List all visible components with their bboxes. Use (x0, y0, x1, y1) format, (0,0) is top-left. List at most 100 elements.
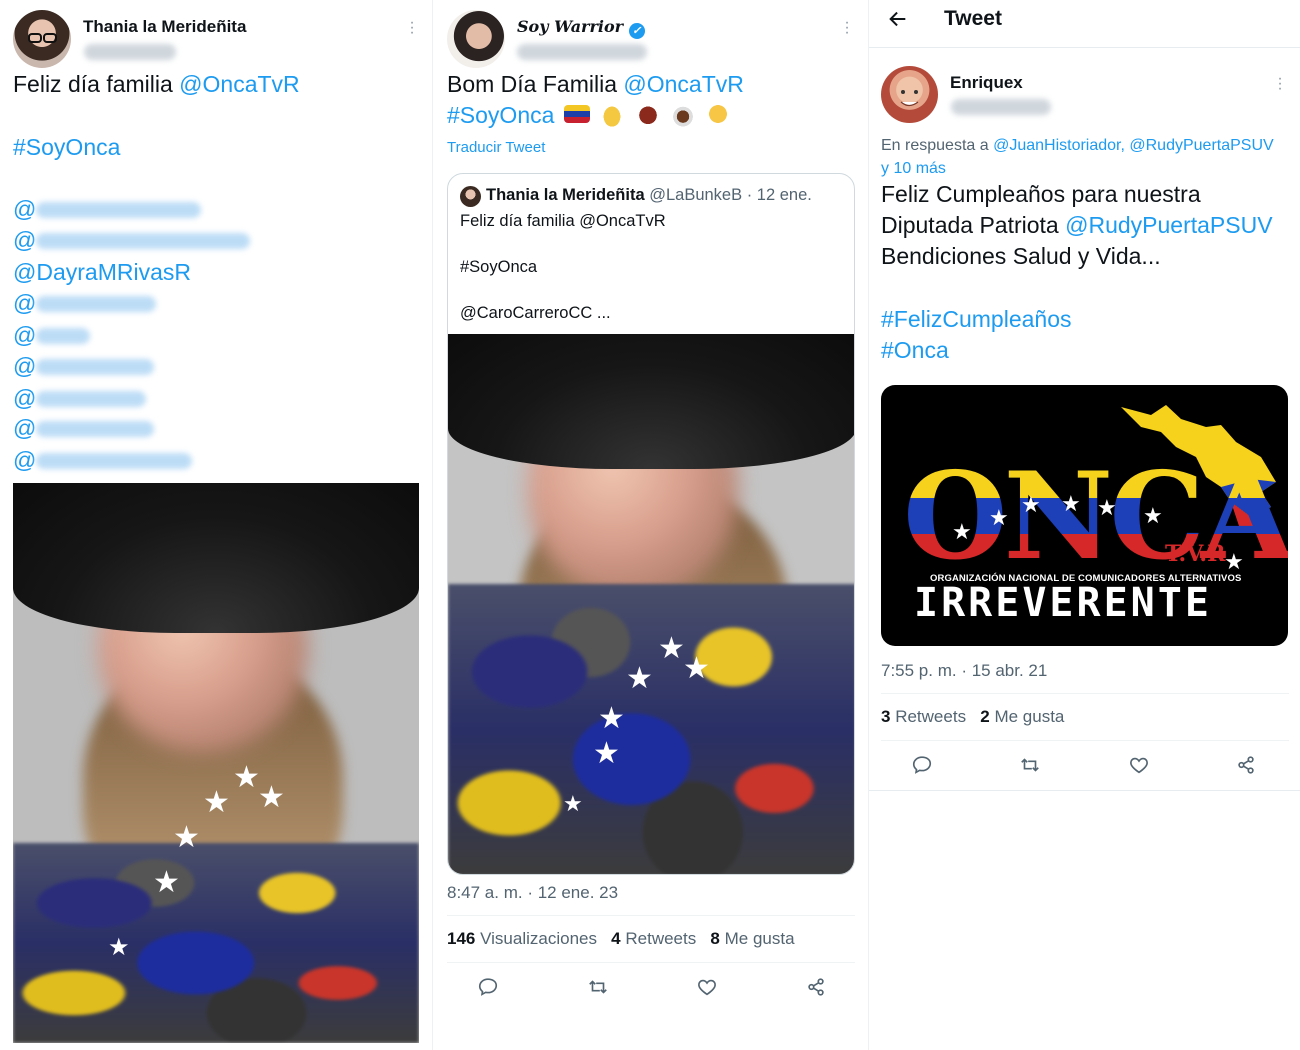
tweet-video[interactable]: ★ ★ ★ ★ ★ ★ ★ (13, 483, 419, 1043)
mention-blurred-2[interactable]: @ (13, 225, 36, 256)
share-icon[interactable] (1235, 754, 1257, 776)
page-title: Tweet (944, 7, 1002, 30)
tweet-line-3: Bendiciones Salud y Vida... (881, 243, 1161, 269)
blurred-handle (36, 233, 250, 249)
blurred-handle (36, 453, 192, 469)
hashtag-link-2[interactable]: #Onca (881, 335, 949, 366)
retweet-icon[interactable] (1018, 754, 1042, 776)
author-avatar[interactable] (447, 10, 505, 68)
blurred-handle (36, 328, 90, 344)
retweet-icon[interactable] (586, 976, 610, 998)
blurred-handle (36, 296, 156, 312)
mention-blurred-8[interactable]: @ (13, 445, 36, 476)
praying-hands-icon (599, 101, 626, 127)
likes-stat[interactable]: 8 Me gusta (710, 929, 794, 948)
quoted-video[interactable]: ★ ★ ★ ★ ★ ★ (448, 334, 854, 874)
verified-badge-icon: ✓ (628, 23, 645, 39)
author-avatar[interactable] (13, 10, 71, 68)
translate-link[interactable]: Traducir Tweet (447, 139, 545, 156)
tweet-line-1: Bom Día Familia @OncaTvR (447, 71, 744, 97)
tweet-stats: 3 Retweets 2 Me gusta (881, 707, 1064, 727)
divider (869, 790, 1300, 791)
quoted-line-1: Feliz día familia @OncaTvR (460, 212, 666, 230)
author-avatar[interactable] (881, 66, 938, 123)
reply-more-link[interactable]: y 10 más (881, 160, 946, 177)
quoted-tweet[interactable]: Thania la Merideñita @LaBunkeB · 12 ene.… (447, 173, 855, 875)
hugging-face-icon (705, 101, 732, 127)
author-name[interactable]: Thania la Merideñita (83, 17, 246, 37)
quoted-line-2: #SoyOnca (460, 258, 538, 276)
author-handle-blurred (951, 99, 1051, 115)
tweet-image[interactable]: ONCA ★ ★ ★ ★ ★ ★ ★ T.V.R ORGANIZACIÓN NA… (881, 385, 1288, 646)
header-divider (869, 47, 1300, 48)
hashtag-link[interactable]: #SoyOnca (447, 102, 554, 128)
blurred-handle (36, 202, 201, 218)
star-icon: ★ (1021, 492, 1041, 517)
author-name[interactable]: Enriquex (950, 73, 1023, 93)
tweet-line-1: Feliz día familia @OncaTvR (13, 71, 300, 97)
divider (881, 740, 1289, 741)
divider (881, 693, 1289, 694)
blurred-handle (36, 421, 154, 437)
hashtag-link-1[interactable]: #FelizCumpleaños (881, 304, 1071, 335)
heart-icon (634, 101, 661, 127)
mention-link[interactable]: @OncaTvR (623, 71, 743, 97)
tweet-timestamp[interactable]: 8:47 a. m. · 12 ene. 23 (447, 883, 618, 903)
quoted-author-avatar (460, 186, 481, 207)
tweet-timestamp[interactable]: 7:55 p. m. · 15 abr. 21 (881, 661, 1047, 681)
star-icon: ★ (989, 505, 1009, 530)
tweet-panel-3: Tweet Enriquex · · · En respuesta a @JuanH… (868, 0, 1300, 1050)
coffee-cup-icon (669, 101, 696, 127)
reply-icon[interactable] (911, 754, 933, 776)
likes-stat[interactable]: 2 Me gusta (980, 707, 1064, 726)
divider (447, 962, 855, 963)
logo-tvr: T.V.R (1165, 541, 1226, 567)
mention-blurred-4[interactable]: @ (13, 320, 36, 351)
tweet-panel-2: Soy Warrior ✓ · · · Bom Día Familia @OncaT… (432, 0, 868, 1050)
mention-blurred-1[interactable]: @ (13, 194, 36, 225)
glasses-icon (28, 33, 57, 43)
mention-link[interactable]: @RudyPuertaPSUV (1065, 212, 1272, 238)
more-options-icon[interactable]: · · · (1277, 71, 1283, 97)
star-icon: ★ (1143, 503, 1163, 528)
back-arrow-icon[interactable] (887, 8, 909, 30)
mention-visible[interactable]: @DayraMRivasR (13, 257, 191, 288)
reply-mentions[interactable]: @JuanHistoriador, @RudyPuertaPSUV (993, 137, 1274, 154)
tweet-line-2: Diputada Patriota @RudyPuertaPSUV (881, 212, 1273, 238)
face-illustration-icon (900, 90, 919, 107)
like-icon[interactable] (1128, 754, 1150, 776)
tweet-line-2: #SoyOnca (447, 100, 732, 131)
blurred-handle (36, 359, 154, 375)
hashtag-link[interactable]: #SoyOnca (13, 132, 120, 163)
author-name[interactable]: Soy Warrior ✓ (517, 17, 645, 39)
like-icon[interactable] (696, 976, 718, 998)
action-bar (911, 754, 1257, 776)
share-icon[interactable] (805, 976, 827, 998)
divider (447, 915, 855, 916)
mention-blurred-5[interactable]: @ (13, 351, 36, 382)
reply-icon[interactable] (477, 976, 499, 998)
reply-context: En respuesta a @JuanHistoriador, @RudyPu… (881, 137, 1274, 177)
venezuela-flag-icon (563, 105, 590, 123)
retweets-stat[interactable]: 4 Retweets (611, 929, 696, 948)
tweet-panel-1: Thania la Merideñita · · · Feliz día famil… (0, 0, 432, 1050)
author-handle-blurred (84, 44, 176, 60)
tweet-stats: 146 Visualizaciones 4 Retweets 8 Me gust… (447, 929, 795, 948)
author-handle-blurred (517, 44, 647, 60)
star-icon: ★ (952, 519, 972, 544)
star-icon: ★ (1061, 491, 1081, 516)
retweets-stat[interactable]: 3 Retweets (881, 707, 966, 726)
tweet-line-1: Feliz Cumpleaños para nuestra (881, 181, 1201, 207)
quoted-line-3: @CaroCarreroCC ... (460, 304, 611, 322)
blurred-handle (36, 391, 146, 407)
mention-blurred-7[interactable]: @ (13, 413, 36, 444)
star-icon: ★ (1097, 495, 1117, 520)
quoted-author-line: Thania la Merideñita @LaBunkeB · 12 ene. (486, 186, 812, 204)
mention-blurred-3[interactable]: @ (13, 288, 36, 319)
more-options-icon[interactable]: · · · (409, 15, 415, 41)
logo-tagline: IRREVERENTE (914, 580, 1212, 626)
action-bar (477, 976, 827, 998)
more-options-icon[interactable]: · · · (844, 15, 850, 41)
mention-blurred-6[interactable]: @ (13, 383, 36, 414)
mention-link[interactable]: @OncaTvR (179, 71, 299, 97)
